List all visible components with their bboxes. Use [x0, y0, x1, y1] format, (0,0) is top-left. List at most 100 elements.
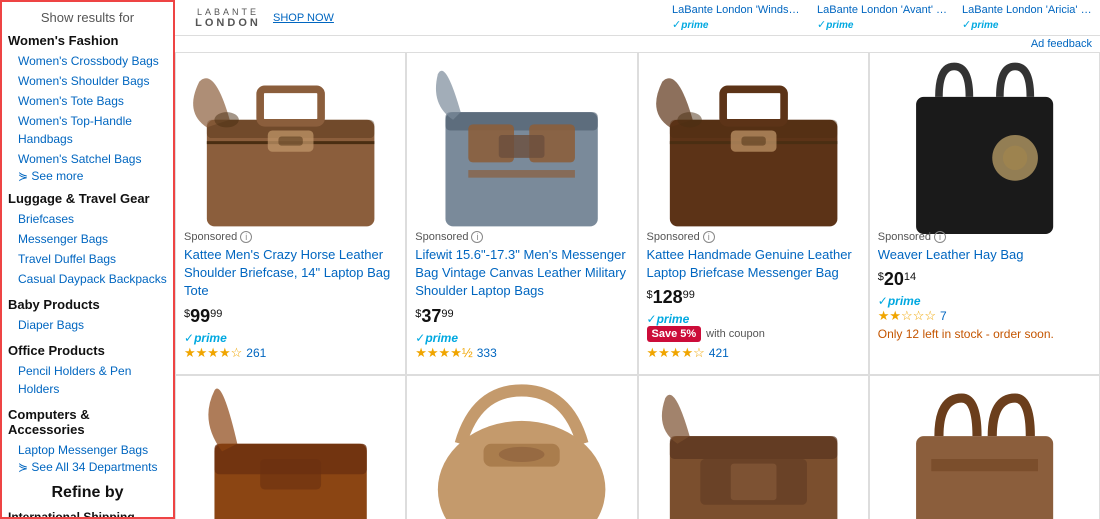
brand-product-prime-0: ✓prime	[672, 16, 802, 31]
save-badge-2: Save 5%	[647, 326, 702, 342]
product-image-5[interactable]	[415, 386, 628, 519]
stars-3: ★★☆☆☆	[878, 308, 936, 324]
product-image-2[interactable]	[647, 63, 860, 223]
product-card-3: SponsorediWeaver Leather Hay Bag$2014✓pr…	[869, 52, 1100, 375]
stars-row-1: ★★★★½ 333	[415, 345, 628, 361]
sidebar-item-2-0[interactable]: Diaper Bags	[8, 315, 167, 335]
review-count-2[interactable]: 421	[709, 346, 729, 360]
review-count-1[interactable]: 333	[477, 346, 497, 360]
main-content: LABANTE LONDON SHOP NOW LaBante London '…	[175, 0, 1100, 519]
product-image-0[interactable]	[184, 63, 397, 223]
save-row-2: Save 5% with coupon	[647, 326, 860, 342]
sidebar-item-3-0[interactable]: Pencil Holders & Pen Holders	[8, 361, 167, 399]
prime-row-3: ✓prime	[878, 294, 1091, 308]
price-row-3: $2014	[878, 269, 1091, 290]
brand-product-1[interactable]: LaBante London 'Avant' Vegan Le...	[817, 4, 947, 16]
sidebar-item-4-0[interactable]: Laptop Messenger Bags	[8, 440, 167, 460]
prime-check-3: ✓	[878, 294, 888, 308]
product-image-6[interactable]	[647, 386, 860, 519]
product-title-1[interactable]: Lifewit 15.6"-17.3" Men's Messenger Bag …	[415, 246, 628, 301]
sidebar: Show results for Women's Fashion Women's …	[0, 0, 175, 519]
sidebar-item-1-0[interactable]: Briefcases	[8, 209, 167, 229]
see-more-0[interactable]: ⋟ See more	[8, 169, 167, 183]
sponsored-text-2: Sponsored	[647, 231, 700, 243]
prime-row-0: ✓prime	[184, 331, 397, 345]
sponsored-info-2[interactable]: i	[703, 231, 715, 243]
price-cents-2: 99	[683, 289, 695, 301]
stock-warning-3: Only 12 left in stock - order soon.	[878, 327, 1091, 341]
shop-now-link[interactable]: SHOP NOW	[273, 12, 334, 24]
price-row-2: $12899	[647, 287, 860, 308]
review-count-0[interactable]: 261	[246, 346, 266, 360]
product-title-2[interactable]: Kattee Handmade Genuine Leather Laptop B…	[647, 246, 860, 282]
price-main-2: 128	[653, 287, 683, 308]
product-card-7: Activate WindowsActivate WindowsGo to Se…	[869, 375, 1100, 519]
price-cents-1: 99	[441, 308, 453, 320]
prime-check-0: ✓	[184, 331, 194, 345]
stars-1: ★★★★½	[415, 345, 472, 361]
brand-product-prime-1: ✓prime	[817, 16, 947, 31]
sidebar-item-0-2[interactable]: Women's Tote Bags	[8, 91, 167, 111]
product-title-0[interactable]: Kattee Men's Crazy Horse Leather Shoulde…	[184, 246, 397, 301]
review-count-3[interactable]: 7	[940, 309, 947, 323]
sponsored-text-1: Sponsored	[415, 231, 468, 243]
stars-0: ★★★★☆	[184, 345, 242, 361]
product-card-0: SponsorediKattee Men's Crazy Horse Leath…	[175, 52, 406, 375]
prime-label-3: prime	[888, 294, 921, 308]
product-grid: SponsorediKattee Men's Crazy Horse Leath…	[175, 52, 1100, 519]
refine-by-title: Refine by	[8, 484, 167, 502]
sidebar-item-0-1[interactable]: Women's Shoulder Bags	[8, 71, 167, 91]
coupon-text-2: with coupon	[706, 328, 765, 340]
header-banner: LABANTE LONDON SHOP NOW LaBante London '…	[175, 0, 1100, 36]
product-image-7[interactable]	[878, 386, 1091, 519]
sidebar-category-title-3: Office Products	[8, 343, 167, 358]
brand-logo-top: LABANTE	[197, 7, 259, 17]
sidebar-item-0-3[interactable]: Women's Top-Handle Handbags	[8, 111, 167, 149]
price-cents-3: 14	[904, 271, 916, 283]
product-card-2: Sponsoredi Kattee Handmade Genuine Leathe…	[638, 52, 869, 375]
sidebar-category-title-1: Luggage & Travel Gear	[8, 191, 167, 206]
prime-check-1: ✓	[415, 331, 425, 345]
product-image-3[interactable]	[878, 63, 1091, 223]
product-card-5: Women's Leather Hobo Bag★★★★☆	[406, 375, 637, 519]
intl-shipping-title: International Shipping What's this?	[8, 510, 167, 519]
sponsored-text-3: Sponsored	[878, 231, 931, 243]
stars-row-3: ★★☆☆☆ 7	[878, 308, 1091, 324]
stars-row-0: ★★★★☆ 261	[184, 345, 397, 361]
price-row-1: $3799	[415, 306, 628, 327]
price-main-3: 20	[884, 269, 904, 290]
sidebar-item-1-1[interactable]: Messenger Bags	[8, 229, 167, 249]
prime-label-2: prime	[657, 312, 690, 326]
price-cents-0: 99	[210, 308, 222, 320]
prime-row-1: ✓prime	[415, 331, 628, 345]
product-card-1: SponsorediLifewit 15.6"-17.3" Men's Mess…	[406, 52, 637, 375]
brand-product-prime-2: ✓prime	[962, 16, 1092, 31]
brand-logo-bottom: LONDON	[195, 17, 261, 29]
sidebar-category-title-0: Women's Fashion	[8, 33, 167, 48]
product-card-4: Brown Leather Satchel★★★★☆	[175, 375, 406, 519]
sidebar-item-0-0[interactable]: Women's Crossbody Bags	[8, 51, 167, 71]
product-card-6: Vintage Leather Messenger Bag★★★★☆	[638, 375, 869, 519]
brand-product-2[interactable]: LaBante London 'Aricia' Vegan Le...	[962, 4, 1092, 16]
sponsored-text-0: Sponsored	[184, 231, 237, 243]
sidebar-item-0-4[interactable]: Women's Satchel Bags	[8, 149, 167, 169]
sidebar-item-1-3[interactable]: Casual Daypack Backpacks	[8, 269, 167, 289]
show-results-for-label: Show results for	[8, 10, 167, 25]
sidebar-category-title-4: Computers & Accessories	[8, 407, 167, 437]
product-image-1[interactable]	[415, 63, 628, 223]
prime-check-2: ✓	[647, 312, 657, 326]
price-row-0: $9999	[184, 306, 397, 327]
product-image-4[interactable]	[184, 386, 397, 519]
price-main-0: 99	[190, 306, 210, 327]
brand-logo: LABANTE LONDON	[183, 7, 273, 29]
prime-row-2: ✓prime	[647, 312, 860, 326]
see-more-4[interactable]: ⋟ See All 34 Departments	[8, 460, 167, 474]
sidebar-item-1-2[interactable]: Travel Duffel Bags	[8, 249, 167, 269]
prime-label-1: prime	[425, 331, 458, 345]
price-main-1: 37	[421, 306, 441, 327]
prime-label-0: prime	[194, 331, 227, 345]
sidebar-category-title-2: Baby Products	[8, 297, 167, 312]
sponsored-info-3[interactable]: i	[934, 231, 946, 243]
brand-product-0[interactable]: LaBante London 'Windsor' Vegan ...	[672, 4, 802, 16]
brand-products: LaBante London 'Windsor' Vegan ...✓prime…	[354, 4, 1092, 31]
